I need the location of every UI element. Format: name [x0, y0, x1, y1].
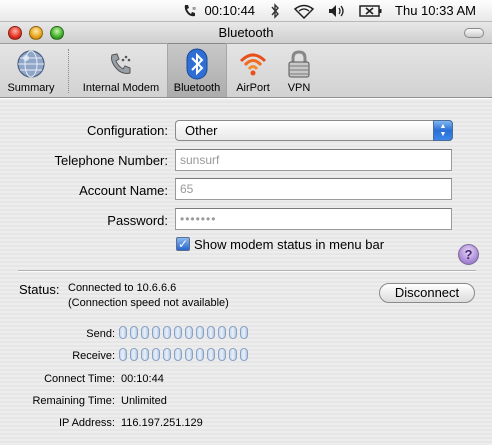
- toolbar-item-label: Internal Modem: [82, 82, 160, 94]
- meter-segment: [119, 326, 127, 339]
- popup-arrows-icon: ▲ ▼: [433, 120, 453, 141]
- ip-address-value: 116.197.251.129: [121, 417, 203, 429]
- status-label: Status:: [19, 282, 60, 297]
- help-button[interactable]: ?: [458, 244, 479, 265]
- bluetooth-icon[interactable]: [269, 2, 281, 19]
- wifi-icon[interactable]: [293, 3, 315, 19]
- lock-icon: [283, 48, 315, 80]
- account-name-field[interactable]: 65: [175, 178, 452, 200]
- meter-segment: [174, 348, 182, 361]
- status-speed-text: (Connection speed not available): [68, 297, 229, 309]
- toolbar-item-airport[interactable]: AirPort: [227, 43, 279, 97]
- toolbar-item-internal-modem[interactable]: Internal Modem: [75, 43, 167, 97]
- meter-segment: [229, 348, 237, 361]
- volume-icon[interactable]: [327, 3, 347, 19]
- password-field[interactable]: •••••••: [175, 208, 452, 230]
- phone-icon[interactable]: ≋: [182, 3, 198, 19]
- configuration-popup[interactable]: Other ▲ ▼: [175, 120, 453, 141]
- meter-segment: [240, 326, 248, 339]
- toolbar-toggle-button[interactable]: [464, 28, 484, 38]
- meter-segment: [163, 348, 171, 361]
- meter-segment: [141, 326, 149, 339]
- toolbar-item-bluetooth[interactable]: Bluetooth: [167, 43, 227, 97]
- meter-segment: [207, 348, 215, 361]
- globe-icon: [15, 48, 47, 80]
- meter-segment: [152, 348, 160, 361]
- menu-clock[interactable]: Thu 10:33 AM: [395, 3, 476, 18]
- toolbar-separator: [68, 48, 69, 93]
- password-label: Password:: [107, 213, 168, 228]
- connection-timer[interactable]: 00:10:44: [204, 3, 255, 18]
- toolbar-item-label: VPN: [287, 82, 311, 94]
- connect-time-value: 00:10:44: [121, 373, 164, 385]
- show-status-label[interactable]: Show modem status in menu bar: [194, 237, 384, 252]
- battery-icon[interactable]: [359, 4, 383, 18]
- receive-meter: [119, 348, 248, 361]
- meter-segment: [185, 326, 193, 339]
- disconnect-button[interactable]: Disconnect: [379, 283, 475, 303]
- ip-address-label: IP Address:: [58, 417, 115, 429]
- meter-segment: [218, 326, 226, 339]
- telephone-field[interactable]: sunsurf: [175, 149, 452, 171]
- window-titlebar: Bluetooth: [0, 22, 492, 44]
- toolbar-item-vpn[interactable]: VPN: [279, 43, 319, 97]
- toolbar: Summary Internal Modem Bluetooth AirPort…: [0, 43, 492, 98]
- telephone-label: Telephone Number:: [54, 153, 168, 168]
- divider: [18, 270, 476, 272]
- airport-icon: [237, 48, 269, 80]
- account-name-label: Account Name:: [79, 183, 168, 198]
- meter-segment: [218, 348, 226, 361]
- meter-segment: [119, 348, 127, 361]
- configuration-label: Configuration:: [87, 123, 168, 138]
- toolbar-item-summary[interactable]: Summary: [0, 43, 62, 97]
- toolbar-item-label: Bluetooth: [173, 82, 221, 94]
- show-status-checkbox[interactable]: ✓: [176, 237, 190, 251]
- meter-segment: [163, 326, 171, 339]
- configuration-value: Other: [185, 123, 218, 138]
- meter-segment: [196, 348, 204, 361]
- send-meter: [119, 326, 248, 339]
- meter-segment: [174, 326, 182, 339]
- meter-segment: [207, 326, 215, 339]
- meter-segment: [229, 326, 237, 339]
- window-title: Bluetooth: [218, 25, 274, 40]
- status-connected-text: Connected to 10.6.6.6: [68, 282, 177, 294]
- menu-bar: ≋ 00:10:44 Thu 10:33 AM: [0, 0, 492, 22]
- remaining-time-label: Remaining Time:: [32, 395, 115, 407]
- toolbar-item-label: AirPort: [236, 82, 270, 94]
- connect-time-label: Connect Time:: [44, 373, 115, 385]
- receive-label: Receive:: [72, 350, 115, 362]
- meter-segment: [130, 326, 138, 339]
- bluetooth-icon: [181, 48, 213, 80]
- meter-segment: [130, 348, 138, 361]
- meter-segment: [196, 326, 204, 339]
- meter-segment: [141, 348, 149, 361]
- svg-text:≋: ≋: [192, 6, 196, 12]
- meter-segment: [240, 348, 248, 361]
- phone-icon: [105, 48, 137, 80]
- remaining-time-value: Unlimited: [121, 395, 167, 407]
- meter-segment: [185, 348, 193, 361]
- meter-segment: [152, 326, 160, 339]
- send-label: Send:: [86, 328, 115, 340]
- toolbar-item-label: Summary: [7, 82, 55, 94]
